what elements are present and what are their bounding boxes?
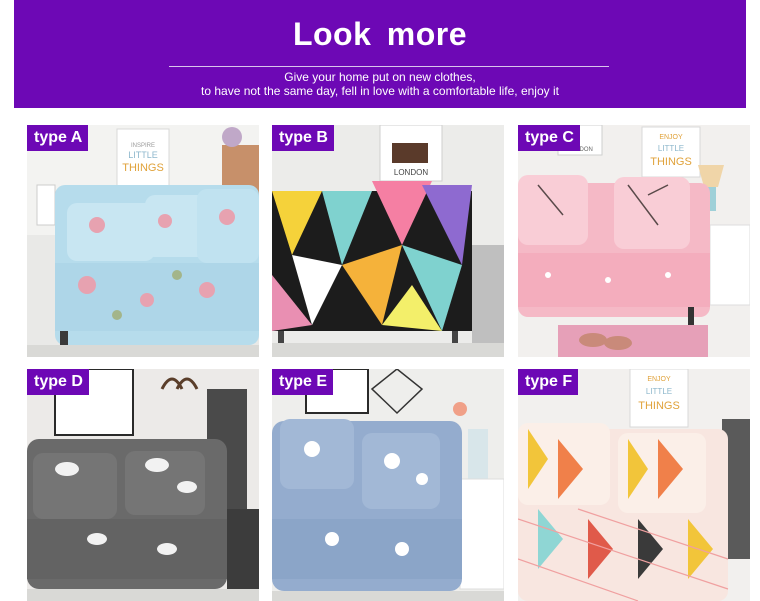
type-d-label: type D (27, 369, 89, 395)
type-a-label: type A (27, 125, 89, 151)
header-banner: Look more Give your home put on new clot… (14, 0, 746, 108)
banner-subtitle-line-2: to have not the same day, fell in love w… (201, 84, 559, 98)
product-tile-type-e[interactable]: type E (272, 369, 504, 601)
sofa-photo-geometric: LONDON (272, 125, 504, 357)
svg-text:LITTLE: LITTLE (658, 144, 684, 153)
type-c-label: type C (518, 125, 580, 151)
product-tile-type-b[interactable]: LONDON type B (272, 125, 504, 357)
product-tile-type-d[interactable]: type D (27, 369, 259, 601)
banner-subtitle: Give your home put on new clothes, to ha… (14, 70, 746, 98)
svg-text:THINGS: THINGS (650, 156, 692, 168)
banner-divider (169, 66, 609, 67)
product-tile-type-c[interactable]: LONDON ENJOY LITTLE THINGS type C (518, 125, 750, 357)
svg-text:LITTLE: LITTLE (128, 150, 158, 160)
type-e-label: type E (272, 369, 334, 395)
banner-subtitle-line-1: Give your home put on new clothes, (284, 70, 476, 84)
svg-text:THINGS: THINGS (638, 400, 680, 412)
product-tile-type-a[interactable]: INSPIRE LITTLE THINGS type A (27, 125, 259, 357)
svg-text:LONDON: LONDON (394, 168, 428, 177)
svg-text:LITTLE: LITTLE (646, 387, 672, 396)
sofa-photo-blue-flowers (272, 369, 504, 601)
product-tile-type-f[interactable]: ENJOY LITTLE THINGS type F (518, 369, 750, 601)
type-b-label: type B (272, 125, 334, 151)
svg-text:THINGS: THINGS (122, 162, 164, 174)
svg-text:INSPIRE: INSPIRE (131, 143, 155, 149)
sofa-photo-colorful-diamonds: ENJOY LITTLE THINGS (518, 369, 750, 601)
type-f-label: type F (518, 369, 579, 395)
sofa-photo-grey-clouds (27, 369, 259, 601)
sofa-photo-pink-blossom: LONDON ENJOY LITTLE THINGS (518, 125, 750, 357)
svg-text:ENJOY: ENJOY (647, 376, 671, 383)
sofa-photo-floral-blue: INSPIRE LITTLE THINGS (27, 125, 259, 357)
svg-text:ENJOY: ENJOY (659, 134, 683, 141)
banner-title: Look more (292, 16, 468, 52)
